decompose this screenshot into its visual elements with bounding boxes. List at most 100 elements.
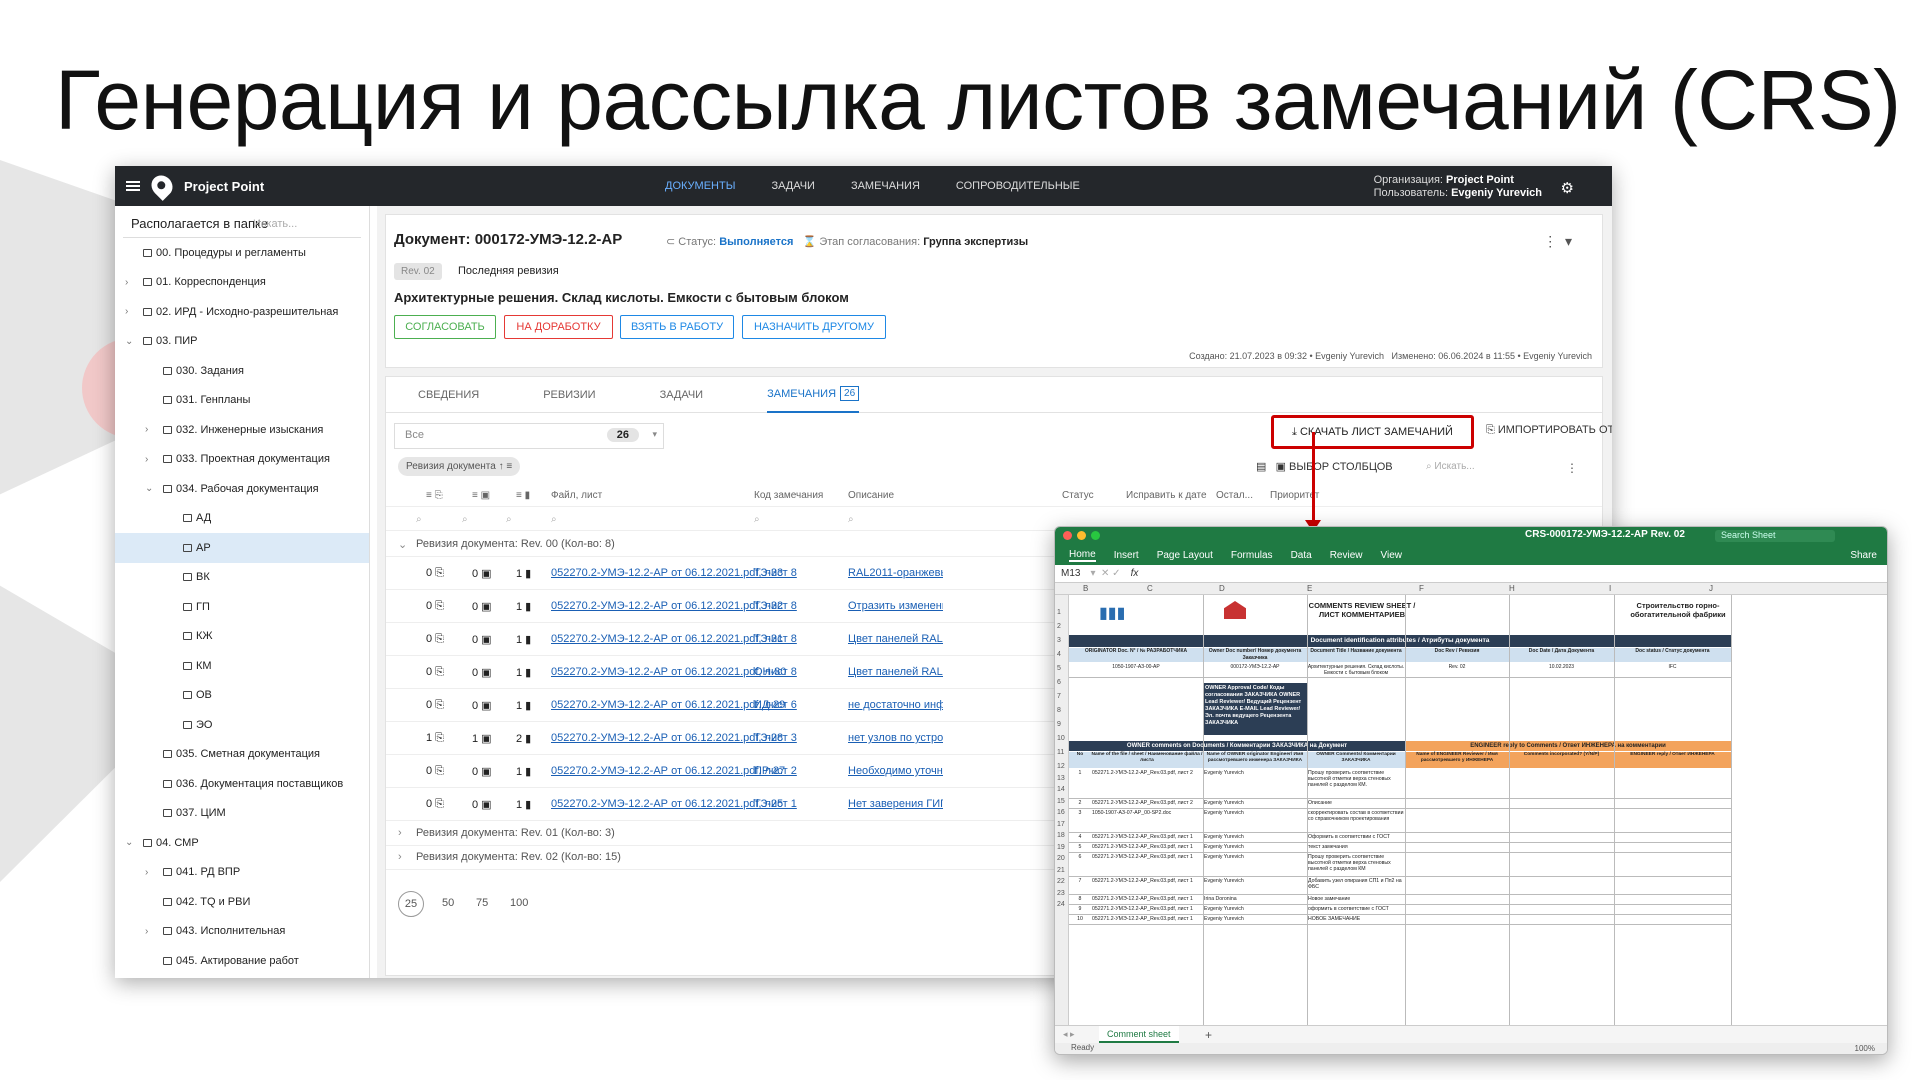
column-header[interactable]: I [1609, 584, 1611, 593]
chevron-down-icon[interactable]: ⌄ [125, 336, 133, 347]
sidebar-item-folder[interactable]: АР [115, 533, 369, 563]
empty-cell[interactable] [1509, 905, 1614, 915]
empty-cell[interactable] [1405, 877, 1509, 895]
remark-description[interactable]: Необходимо уточни [848, 765, 943, 777]
empty-cell[interactable] [1614, 905, 1731, 915]
assign-other-button[interactable]: НАЗНАЧИТЬ ДРУГОМУ [742, 315, 886, 339]
remark-code-link[interactable]: ТЗ-32 [754, 600, 783, 612]
remark-description[interactable]: Цвет панелей RAL70 [848, 666, 943, 678]
gear-icon[interactable]: ⚙ [1561, 179, 1574, 197]
row-header[interactable]: 16 [1057, 809, 1065, 816]
sidebar-item-folder[interactable]: 042. TQ и РВИ [115, 887, 369, 917]
column-header[interactable]: D [1219, 584, 1225, 593]
empty-cell[interactable] [1405, 915, 1509, 925]
sheet-nav-icon[interactable]: ◂ ▸ [1063, 1029, 1075, 1040]
import-answers-button[interactable]: ⎘ ИМПОРТИРОВАТЬ ОТВЕТЫ [1486, 424, 1612, 437]
comment-cell[interactable]: 052271.2-УМЭ-12.2-АР_Rev.03.pdf, лист 1 [1091, 915, 1203, 925]
sidebar-item-folder[interactable]: 045. Актирование работ [115, 946, 369, 976]
empty-cell[interactable] [1614, 809, 1731, 833]
nav-documents[interactable]: ДОКУМЕНТЫ [665, 180, 735, 192]
empty-cell[interactable] [1509, 843, 1614, 853]
filter-icon[interactable]: ≡ ▣ [472, 490, 490, 501]
row-header[interactable]: 1 [1057, 609, 1061, 616]
empty-cell[interactable] [1509, 809, 1614, 833]
comment-cell[interactable]: 1050-1907-АЗ-07-АР_00-SP2.doc [1091, 809, 1203, 833]
remark-code-link[interactable]: ПР-27 [754, 765, 785, 777]
sidebar-item-folder[interactable]: 030. Задания [115, 356, 369, 386]
row-header[interactable]: 17 [1057, 821, 1065, 828]
empty-cell[interactable] [1614, 877, 1731, 895]
filter-icon[interactable]: ≡ ⎘ [426, 490, 443, 501]
sidebar-item-folder[interactable]: › 02. ИРД - Исходно-разрешительная [115, 297, 369, 327]
sidebar-item-folder[interactable]: 036. Документация поставщиков [115, 769, 369, 799]
sidebar-item-folder[interactable]: ⌄ 03. ПИР [115, 327, 369, 357]
chevron-right-icon[interactable]: › [398, 851, 402, 863]
sidebar-search-input[interactable]: Искать... [253, 218, 297, 230]
comment-cell[interactable]: 5 [1069, 843, 1091, 853]
search-icon[interactable]: ⌕ [506, 514, 512, 525]
header-status[interactable]: Статус [1062, 490, 1094, 501]
comment-cell[interactable]: Evgeniy Yurevich [1203, 915, 1307, 925]
menu-icon[interactable] [126, 181, 140, 191]
comment-cell[interactable]: 1 [1069, 769, 1091, 799]
sidebar-item-folder[interactable]: 031. Генпланы [115, 386, 369, 416]
empty-cell[interactable] [1614, 799, 1731, 809]
spreadsheet-grid[interactable]: ▮▮▮ COMMENTS REVIEW SHEET / ЛИСТ КОММЕНТ… [1069, 595, 1874, 1025]
attr-value[interactable]: IFC [1614, 664, 1731, 678]
remark-code-link[interactable]: ОН-30 [754, 666, 786, 678]
search-icon[interactable]: ⌕ [551, 514, 557, 525]
attr-value[interactable]: 1050-1907-АЗ-00-АР [1069, 664, 1203, 678]
chevron-right-icon[interactable]: › [125, 306, 128, 317]
row-header[interactable]: 20 [1057, 855, 1065, 862]
attr-value[interactable]: Архитектурные решения. Склад кислоты. Ем… [1307, 664, 1405, 678]
row-header[interactable]: 22 [1057, 878, 1065, 885]
column-header[interactable]: C [1147, 584, 1153, 593]
row-header[interactable]: 23 [1057, 890, 1065, 897]
comment-cell[interactable]: Irina Doronina [1203, 895, 1307, 905]
sidebar-item-folder[interactable]: КЖ [115, 622, 369, 652]
sidebar-item-folder[interactable]: › 032. Инженерные изыскания [115, 415, 369, 445]
sheet-tab-comment[interactable]: Comment sheet [1099, 1026, 1179, 1043]
sidebar-item-folder[interactable]: ЭО [115, 710, 369, 740]
header-description[interactable]: Описание [848, 490, 894, 501]
attr-value[interactable]: 000172-УМЭ-12.2-АР [1203, 664, 1307, 678]
comment-cell[interactable]: Прошу проверить соответствие высотной от… [1307, 769, 1405, 799]
comment-cell[interactable]: 6 [1069, 853, 1091, 877]
comment-cell[interactable]: 7 [1069, 877, 1091, 895]
file-link[interactable]: 052270.2-УМЭ-12.2-АР от 06.12.2021.pdf, … [551, 567, 797, 579]
comment-cell[interactable]: текст замечания [1307, 843, 1405, 853]
row-header[interactable]: 11 [1057, 749, 1064, 756]
comment-cell[interactable]: 2 [1069, 799, 1091, 809]
comment-cell[interactable]: 052271.2-УМЭ-12.2-АР_Rev.03.pdf, лист 2 [1091, 769, 1203, 799]
sidebar-item-folder[interactable]: › 033. Проектная документация [115, 445, 369, 475]
rework-button[interactable]: НА ДОРАБОТКУ [504, 315, 613, 339]
row-header[interactable]: 13 [1057, 775, 1065, 782]
column-header[interactable]: E [1307, 584, 1312, 593]
sidebar-item-folder[interactable]: ВК [115, 563, 369, 593]
comment-cell[interactable]: оформить в соответствие с ГОСТ [1307, 905, 1405, 915]
take-to-work-button[interactable]: ВЗЯТЬ В РАБОТУ [620, 315, 734, 339]
header-remaining[interactable]: Остал... [1216, 490, 1253, 501]
empty-cell[interactable] [1509, 915, 1614, 925]
comment-cell[interactable]: Evgeniy Yurevich [1203, 833, 1307, 843]
sidebar-item-folder[interactable]: 037. ЦИМ [115, 799, 369, 829]
comment-cell[interactable]: 052271.2-УМЭ-12.2-АР_Rev.03.pdf, лист 1 [1091, 833, 1203, 843]
page-size-50[interactable]: 50 [442, 897, 454, 909]
remark-code-link[interactable]: ТЗ-28 [754, 732, 783, 744]
search-icon[interactable]: ⌕ [848, 514, 854, 525]
empty-cell[interactable] [1509, 769, 1614, 799]
page-size-100[interactable]: 100 [510, 897, 528, 909]
ribbon-data[interactable]: Data [1291, 550, 1312, 561]
share-button[interactable]: Share [1850, 550, 1877, 561]
tab-tasks[interactable]: ЗАДАЧИ [660, 377, 704, 413]
tab-remarks[interactable]: ЗАМЕЧАНИЯ 26 [767, 377, 860, 413]
sidebar-item-folder[interactable]: АД [115, 504, 369, 534]
comment-cell[interactable]: 052271.2-УМЭ-12.2-АР_Rev.03.pdf, лист 1 [1091, 895, 1203, 905]
column-header[interactable]: H [1509, 584, 1515, 593]
row-header[interactable]: 7 [1057, 693, 1061, 700]
ribbon-home[interactable]: Home [1069, 549, 1096, 562]
row-header[interactable]: 8 [1057, 707, 1061, 714]
table-more-icon[interactable]: ⋮ [1566, 461, 1578, 475]
ribbon-view[interactable]: View [1380, 550, 1402, 561]
row-header[interactable]: 12 [1057, 763, 1065, 770]
